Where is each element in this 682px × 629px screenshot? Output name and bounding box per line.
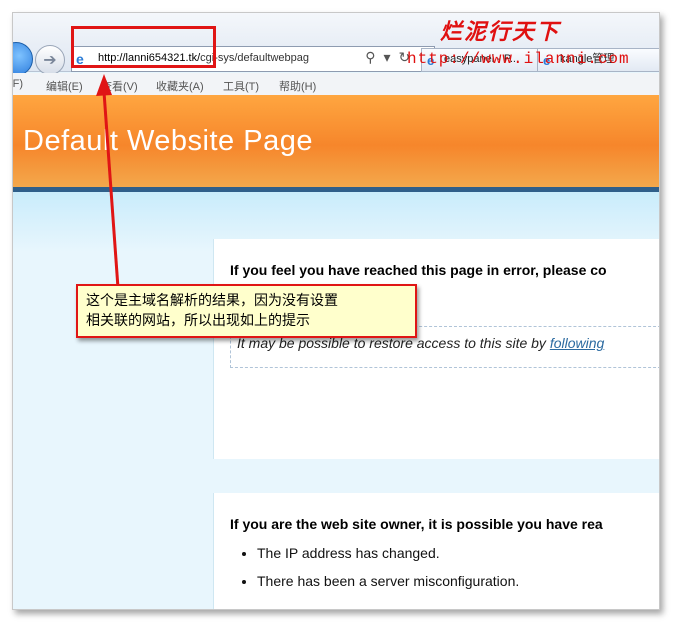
watermark-url: http://www.ilanni.com: [407, 50, 630, 68]
watermark-title: 烂泥行天下: [440, 19, 561, 45]
annotation-callout: 这个是主域名解析的结果，因为没有设置 相关联的网站，所以出现如上的提示: [76, 284, 417, 338]
annotation-line-2: 相关联的网站，所以出现如上的提示: [86, 312, 310, 328]
annotation-line-1: 这个是主域名解析的结果，因为没有设置: [86, 292, 338, 308]
